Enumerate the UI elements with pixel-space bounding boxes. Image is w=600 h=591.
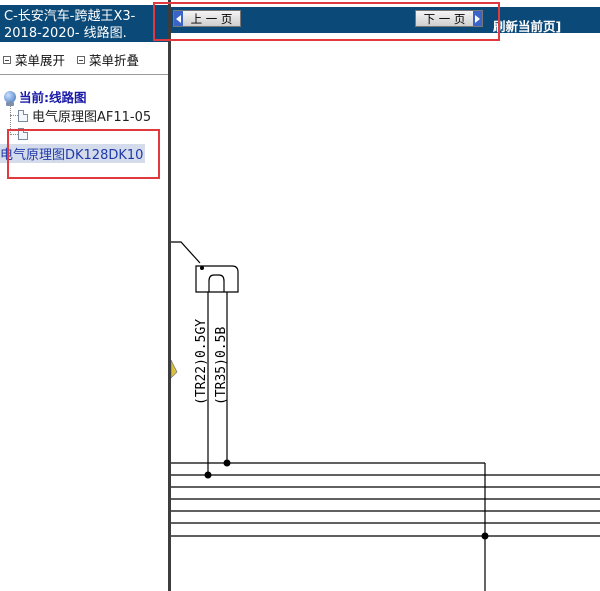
arrow-right-icon bbox=[473, 11, 482, 26]
minus-square-icon bbox=[77, 55, 85, 64]
next-page-button[interactable]: 下 一 页 bbox=[415, 10, 483, 27]
wire-label-tr22: (TR22)0.5GY bbox=[194, 319, 209, 405]
menu-bar: 菜单展开 菜单折叠 bbox=[0, 48, 168, 68]
left-pane: C-长安汽车-跨越王X3-2018-2020- 线路图. 菜单展开 菜单折叠 当… bbox=[0, 0, 168, 591]
junction-dot bbox=[481, 532, 489, 540]
collapse-menu-label: 菜单折叠 bbox=[89, 53, 140, 68]
connector-lead bbox=[171, 241, 201, 264]
tree-item-dk128[interactable]: 电气原理图DK128DK10 bbox=[0, 144, 146, 163]
tree-item-af11[interactable]: 电气原理图AF11-05 bbox=[18, 106, 151, 125]
sidebar-title: C-长安汽车-跨越王X3-2018-2020- 线路图. bbox=[0, 5, 168, 42]
tree-connector bbox=[10, 134, 18, 135]
tree-connector bbox=[10, 101, 11, 135]
junction-dot bbox=[204, 471, 212, 479]
wiring-diagram: (TR22)0.5GY (TR35)0.5B bbox=[171, 241, 600, 591]
junction-dot bbox=[223, 459, 231, 467]
document-icon bbox=[18, 128, 28, 140]
next-page-label: 下 一 页 bbox=[423, 11, 466, 26]
expand-menu-label: 菜单展开 bbox=[15, 53, 66, 68]
connector-pin bbox=[208, 274, 225, 292]
document-icon bbox=[18, 109, 28, 122]
tree-item-label: 电气原理图AF11-05 bbox=[32, 110, 152, 125]
junction-dot bbox=[200, 266, 204, 270]
wire-label-tr35: (TR35)0.5B bbox=[214, 327, 229, 405]
collapse-menu-button[interactable]: 菜单折叠 bbox=[77, 50, 139, 69]
tree-root[interactable]: 当前:线路图 bbox=[4, 87, 87, 106]
expand-menu-button[interactable]: 菜单展开 bbox=[3, 50, 65, 69]
arrow-left-icon bbox=[174, 11, 183, 26]
scroll-marker bbox=[171, 359, 178, 379]
minus-square-icon bbox=[3, 55, 11, 64]
tree-connector bbox=[10, 115, 18, 116]
tree-item-dk128-icon-row[interactable] bbox=[18, 128, 28, 140]
menu-divider bbox=[0, 74, 168, 75]
tree-root-label: 当前:线路图 bbox=[19, 90, 87, 105]
prev-page-label: 上 一 页 bbox=[190, 11, 233, 26]
prev-page-button[interactable]: 上 一 页 bbox=[173, 10, 241, 27]
